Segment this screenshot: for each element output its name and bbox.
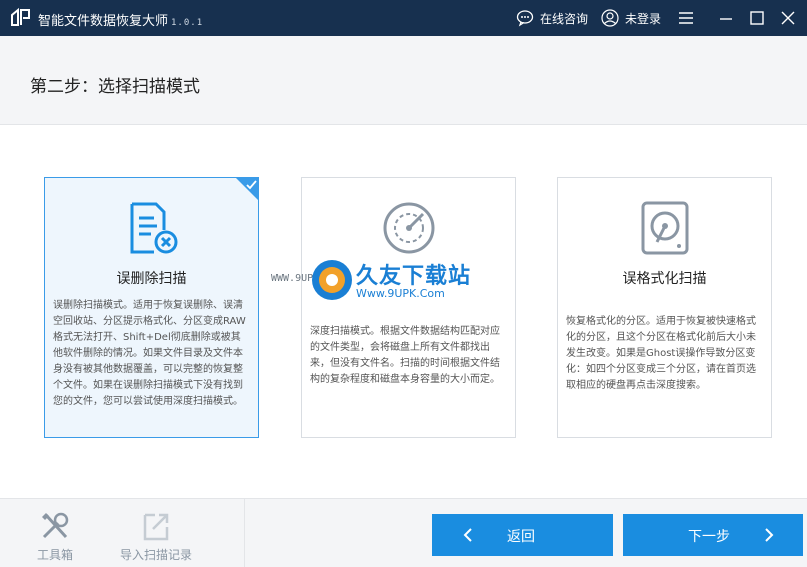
- app-title: 智能文件数据恢复大师 1.0.1: [38, 10, 203, 29]
- toolbox-label: 工具箱: [36, 548, 73, 562]
- import-scan-record-button[interactable]: 导入扫描记录: [114, 509, 198, 563]
- mode-card-description: 误删除扫描模式。适用于恢复误删除、误清空回收站、分区提示格式化、分区变成RAW格…: [53, 300, 246, 407]
- minimize-icon[interactable]: [716, 8, 736, 28]
- menu-icon[interactable]: [676, 8, 696, 28]
- mode-card-description: 恢复格式化的分区。适用于恢复被快速格式化的分区，且这个分区在格式化前后大小未发生…: [566, 316, 756, 391]
- back-label: 返回: [507, 528, 535, 544]
- disk-icon: [641, 201, 688, 255]
- bottom-bar: 工具箱 导入扫描记录 返回 下一步: [0, 498, 807, 567]
- mode-card-deleted[interactable]: 误删除扫描 误删除扫描模式。适用于恢复误删除、误清空回收站、分区提示格式化、分区…: [44, 177, 259, 438]
- document-delete-icon: [130, 202, 177, 254]
- mode-card-title: 误格式化扫描: [622, 271, 707, 287]
- close-icon[interactable]: [778, 8, 798, 28]
- next-button[interactable]: 下一步: [623, 514, 803, 556]
- consult-button[interactable]: 在线咨询: [516, 9, 588, 27]
- logo-icon: [11, 7, 30, 26]
- mode-card-description: 深度扫描模式。根据文件数据结构匹配对应的文件类型，会将磁盘上所有文件都找出来，但…: [310, 326, 500, 385]
- mode-card-deep[interactable]: 深度扫描模式。根据文件数据结构匹配对应的文件类型，会将磁盘上所有文件都找出来，但…: [301, 177, 516, 438]
- mode-card-format[interactable]: 误格式化扫描 恢复格式化的分区。适用于恢复被快速格式化的分区，且这个分区在格式化…: [557, 177, 772, 438]
- toolbox-button[interactable]: 工具箱: [28, 509, 82, 563]
- step-title: 第二步：选择扫描模式: [30, 77, 200, 97]
- chat-icon: [516, 10, 534, 27]
- watermark-sub: Www.9UPK.Com: [356, 287, 445, 300]
- next-label: 下一步: [688, 528, 730, 544]
- import-label: 导入扫描记录: [119, 548, 192, 562]
- watermark-main: 久友下载站: [356, 264, 472, 289]
- watermark-logo-icon: [312, 260, 352, 300]
- maximize-icon[interactable]: [747, 8, 767, 28]
- radar-icon: [383, 202, 434, 254]
- app-title-text: 智能文件数据恢复大师: [38, 14, 169, 29]
- login-label: 未登录: [625, 11, 662, 26]
- app-version: 1.0.1: [171, 18, 204, 28]
- user-icon: [601, 9, 619, 27]
- divider: [244, 499, 245, 567]
- consult-label: 在线咨询: [540, 11, 589, 26]
- back-button[interactable]: 返回: [432, 514, 613, 556]
- tools-icon: [42, 512, 69, 539]
- title-bar: 智能文件数据恢复大师 1.0.1 在线咨询 未登录: [0, 0, 807, 36]
- login-button[interactable]: 未登录: [601, 9, 661, 27]
- chevron-right-icon: [765, 528, 774, 542]
- mode-card-title: 误删除扫描: [116, 271, 187, 287]
- chevron-left-icon: [463, 528, 472, 542]
- import-icon: [143, 513, 169, 541]
- step-header: 第二步：选择扫描模式: [0, 36, 807, 125]
- selected-check-icon: [235, 177, 259, 201]
